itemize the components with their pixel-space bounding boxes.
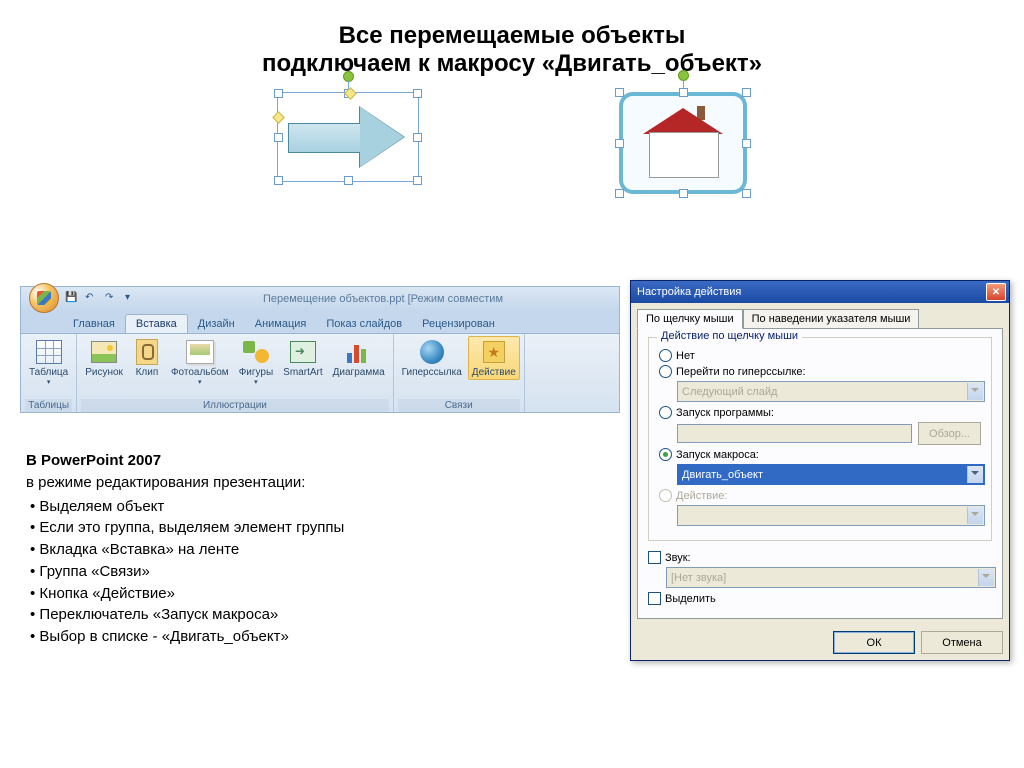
shapes-row: [0, 88, 1024, 208]
instructions-header: В PowerPoint 2007: [26, 452, 161, 469]
photoalbum-button[interactable]: Фотоальбом▾: [167, 336, 233, 388]
radio-run-program[interactable]: [659, 406, 672, 419]
sound-checkbox[interactable]: [648, 551, 661, 564]
office-button[interactable]: [29, 283, 59, 313]
tab-design[interactable]: Дизайн: [188, 315, 245, 333]
tab-review[interactable]: Рецензирован: [412, 315, 505, 333]
table-button[interactable]: Таблица▾: [25, 336, 72, 388]
undo-icon[interactable]: ↶: [85, 292, 99, 306]
ribbon-window: 💾 ↶ ↷ ▾ Перемещение объектов.ppt [Режим …: [20, 286, 620, 413]
radio-hyperlink[interactable]: [659, 365, 672, 378]
instructions-list: Выделяем объект Если это группа, выделяе…: [26, 496, 586, 648]
shapes-button[interactable]: Фигуры▾: [235, 336, 277, 388]
highlight-checkbox[interactable]: [648, 592, 661, 605]
macro-combo[interactable]: Двигать_объект: [677, 464, 985, 485]
arrow-shape-selected: [277, 92, 419, 194]
group-links: Связи: [398, 399, 520, 412]
radio-action: [659, 489, 672, 502]
clip-button[interactable]: Клип: [129, 336, 165, 388]
hyperlink-button[interactable]: Гиперссылка: [398, 336, 466, 380]
tab-home[interactable]: Главная: [63, 315, 125, 333]
radio-run-macro[interactable]: [659, 448, 672, 461]
sound-combo: [Нет звука]: [666, 567, 996, 588]
browse-button: Обзор...: [918, 422, 981, 445]
program-path-input: [677, 424, 912, 443]
close-icon[interactable]: ✕: [986, 283, 1006, 301]
tab-insert[interactable]: Вставка: [125, 314, 188, 333]
window-title: Перемещение объектов.ppt [Режим совмести…: [147, 293, 619, 305]
group-tables: Таблицы: [25, 399, 72, 412]
house-shape-selected: [619, 92, 747, 194]
save-icon[interactable]: 💾: [65, 292, 79, 306]
action-combo: [677, 505, 985, 526]
ok-button[interactable]: ОК: [833, 631, 915, 654]
tab-animation[interactable]: Анимация: [245, 315, 317, 333]
qat-dropdown-icon[interactable]: ▾: [125, 292, 139, 306]
picture-button[interactable]: Рисунок: [81, 336, 127, 388]
cancel-button[interactable]: Отмена: [921, 631, 1003, 654]
slide-title: Все перемещаемые объектыподключаем к мак…: [0, 0, 1024, 88]
ribbon-tabs: Главная Вставка Дизайн Анимация Показ сл…: [21, 311, 619, 333]
action-settings-dialog: Настройка действия ✕ По щелчку мыши По н…: [630, 280, 1010, 661]
dialog-title: Настройка действия: [637, 286, 741, 298]
tab-mouse-click[interactable]: По щелчку мыши: [637, 309, 743, 329]
redo-icon[interactable]: ↷: [105, 292, 119, 306]
fieldset-legend: Действие по щелчку мыши: [657, 330, 802, 342]
action-button[interactable]: ★Действие: [468, 336, 520, 380]
group-illustrations: Иллюстрации: [81, 399, 388, 412]
hyperlink-combo: Следующий слайд: [677, 381, 985, 402]
smartart-button[interactable]: SmartArt: [279, 336, 326, 388]
radio-none[interactable]: [659, 349, 672, 362]
tab-slideshow[interactable]: Показ слайдов: [316, 315, 412, 333]
instructions: В PowerPoint 2007 в режиме редактировани…: [26, 450, 586, 650]
tab-mouse-hover[interactable]: По наведении указателя мыши: [743, 309, 920, 328]
chart-button[interactable]: Диаграмма: [329, 336, 389, 388]
